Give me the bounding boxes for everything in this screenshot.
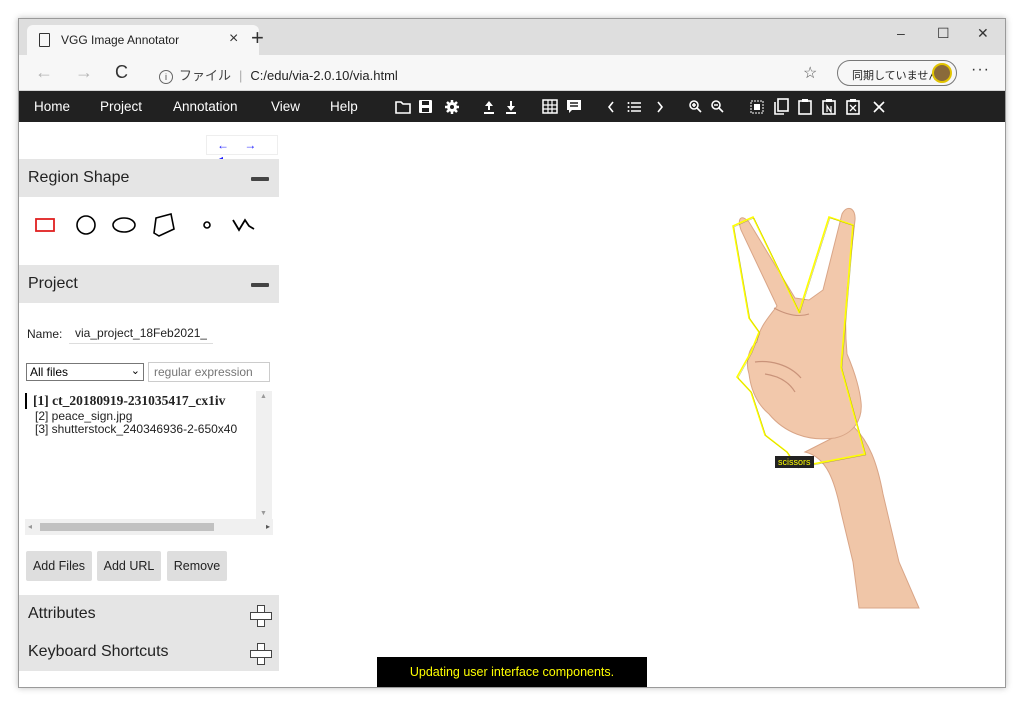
copy-icon xyxy=(774,98,789,115)
project-header[interactable]: Project xyxy=(19,265,279,303)
tab-title: VGG Image Annotator xyxy=(61,33,180,47)
status-message: Updating user interface components. xyxy=(377,657,647,687)
image-canvas[interactable]: scissors xyxy=(279,122,1005,687)
maximize-icon[interactable]: ☐ xyxy=(937,25,950,42)
region-label: scissors xyxy=(775,456,814,468)
file-filter-value: All files xyxy=(30,365,69,379)
project-name-field[interactable] xyxy=(69,322,213,344)
menu-annotation[interactable]: Annotation xyxy=(173,99,238,114)
more-icon[interactable]: ··· xyxy=(971,61,990,79)
sync-label: 同期していません xyxy=(852,70,940,82)
minimize-icon[interactable]: – xyxy=(897,25,905,41)
rectangle-shape-icon[interactable] xyxy=(33,211,59,239)
favorite-icon[interactable]: ☆ xyxy=(803,63,817,83)
avatar xyxy=(932,63,952,83)
browser-window: VGG Image Annotator × + – ☐ ✕ ← → C i ファイ… xyxy=(18,18,1006,688)
info-icon[interactable]: i xyxy=(159,70,173,84)
menu-project[interactable]: Project xyxy=(100,99,142,114)
sync-button[interactable]: 同期していません xyxy=(837,60,957,86)
menu-help[interactable]: Help xyxy=(330,99,358,114)
file-list-vertical-scrollbar[interactable]: ▲ ▼ xyxy=(256,391,272,519)
scrollbar-thumb[interactable] xyxy=(40,523,214,531)
expand-icon[interactable] xyxy=(250,643,272,665)
region-shape-list xyxy=(19,199,279,265)
new-tab-icon[interactable]: + xyxy=(251,25,264,51)
toolbar-icons xyxy=(395,98,885,115)
settings-icon xyxy=(445,100,459,114)
download-icon xyxy=(506,101,516,114)
file-list-item[interactable]: [2] peace_sign.jpg xyxy=(27,409,132,423)
attributes-header[interactable]: Attributes xyxy=(19,595,279,633)
left-panel: ← → ◂ Region Shape Project Name: All fil… xyxy=(19,122,279,687)
keyboard-shortcuts-title: Keyboard Shortcuts xyxy=(28,643,169,660)
open-folder-icon xyxy=(395,101,411,114)
url-scheme-label: ファイル xyxy=(179,68,232,83)
polyline-shape-icon[interactable] xyxy=(231,211,257,239)
url-field[interactable]: i ファイル | C:/edu/via-2.0.10/via.html xyxy=(159,65,398,84)
file-list-horizontal-scrollbar[interactable]: ◂ ▸ xyxy=(25,519,273,535)
annotated-image xyxy=(732,207,920,609)
upload-icon xyxy=(484,101,494,114)
circle-shape-icon[interactable] xyxy=(73,211,99,239)
tab-close-icon[interactable]: × xyxy=(229,30,238,48)
add-url-button[interactable]: Add URL xyxy=(97,551,161,581)
close-x-icon xyxy=(873,101,885,113)
back-icon[interactable]: ← xyxy=(35,62,53,83)
menu-home[interactable]: Home xyxy=(34,99,70,114)
comment-icon xyxy=(567,100,581,113)
title-bar: VGG Image Annotator × + – ☐ ✕ xyxy=(19,19,1005,55)
expand-icon[interactable] xyxy=(250,605,272,627)
reload-icon[interactable]: C xyxy=(115,62,128,83)
zoom-in-icon xyxy=(689,100,702,113)
url-path: C:/edu/via-2.0.10/via.html xyxy=(250,68,398,83)
menu-view[interactable]: View xyxy=(271,99,300,114)
select-all-icon xyxy=(750,100,764,114)
paste-icon xyxy=(798,99,812,115)
point-shape-icon[interactable] xyxy=(194,211,220,239)
attributes-title: Attributes xyxy=(28,605,96,622)
menu-bar: Home Project Annotation View Help xyxy=(19,91,1005,122)
next-icon xyxy=(657,101,664,113)
keyboard-shortcuts-header[interactable]: Keyboard Shortcuts xyxy=(19,633,279,671)
regex-filter-input[interactable] xyxy=(148,362,270,382)
remove-button[interactable]: Remove xyxy=(167,551,227,581)
panel-resize-arrows[interactable]: ← → ◂ xyxy=(206,135,278,166)
collapse-icon[interactable] xyxy=(251,283,269,287)
close-window-icon[interactable]: ✕ xyxy=(977,25,989,42)
save-icon xyxy=(419,100,432,113)
ellipse-shape-icon[interactable] xyxy=(111,211,137,239)
prev-icon xyxy=(607,101,614,113)
browser-tab[interactable]: VGG Image Annotator × xyxy=(27,25,259,55)
chevron-down-icon: ⌄ xyxy=(130,365,140,377)
paste-n-icon xyxy=(822,99,836,115)
hand-image xyxy=(738,207,920,609)
polygon-shape-icon[interactable] xyxy=(151,211,177,239)
region-shape-header[interactable]: Region Shape xyxy=(19,159,279,197)
file-list-item[interactable]: [3] shutterstock_240346936-2-650x40 xyxy=(27,422,237,436)
add-files-button[interactable]: Add Files xyxy=(26,551,92,581)
delete-region-icon xyxy=(846,99,860,115)
page-icon xyxy=(39,33,50,47)
region-shape-title: Region Shape xyxy=(28,169,130,186)
file-list: [1] ct_20180919-231035417_cx1iv [2] peac… xyxy=(25,391,273,519)
grid-icon xyxy=(542,99,558,114)
collapse-icon[interactable] xyxy=(251,177,269,181)
forward-icon[interactable]: → xyxy=(75,62,93,83)
zoom-out-icon xyxy=(711,100,724,113)
file-filter-select[interactable]: All files ⌄ xyxy=(26,363,144,381)
project-title: Project xyxy=(28,275,78,292)
project-name-label: Name: xyxy=(27,327,63,341)
file-list-item[interactable]: [1] ct_20180919-231035417_cx1iv xyxy=(25,393,225,409)
address-bar: ← → C i ファイル | C:/edu/via-2.0.10/via.html ☆… xyxy=(19,55,1005,91)
list-icon xyxy=(627,102,641,112)
